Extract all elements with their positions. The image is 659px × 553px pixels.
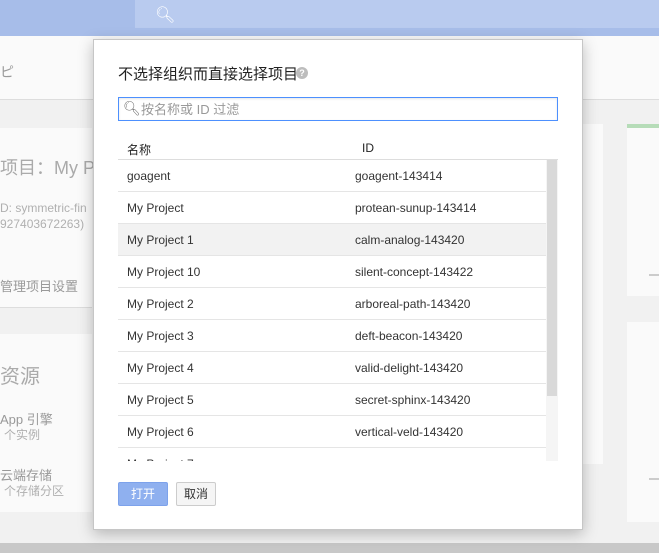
project-name-cell: My Project 4	[127, 361, 194, 375]
table-row[interactable]: goagent goagent-143414	[118, 160, 546, 192]
table-row[interactable]: My Project 10 silent-concept-143422	[118, 256, 546, 288]
project-name-cell: goagent	[127, 169, 171, 183]
project-id-line: D: symmetric-fin	[0, 201, 87, 215]
scrollbar-thumb[interactable]	[547, 160, 557, 396]
resources-card: 资源 App 引擎 个实例 云端存储 个存储分区	[0, 334, 92, 512]
table-row[interactable]: My Project 1 calm-analog-143420	[118, 224, 546, 256]
top-app-bar: 🔍︎	[0, 0, 659, 36]
project-name-cell: My Project 10	[127, 265, 201, 279]
cancel-button[interactable]: 取消	[176, 482, 216, 506]
project-id-cell: silent-concept-143422	[355, 265, 474, 279]
table-row[interactable]: My Project 4 valid-delight-143420	[118, 352, 546, 384]
project-id-cell: goagent-143414	[355, 169, 443, 183]
magnifier-icon: 🔍︎	[123, 100, 141, 116]
resources-heading: 资源	[0, 366, 40, 388]
collapse-dash	[649, 274, 659, 276]
project-id-cell: calm-analog-143420	[355, 233, 465, 247]
table-row[interactable]: My Project 6 vertical-veld-143420	[118, 416, 546, 448]
cloud-storage-detail: 个存储分区	[4, 484, 65, 498]
dialog-title: 不选择组织而直接选择项目	[118, 66, 299, 83]
open-button[interactable]: 打开	[118, 482, 168, 506]
project-name-cell: My Project 2	[127, 297, 194, 311]
project-name-cell: My Project 1	[127, 233, 194, 247]
table-row[interactable]: My Project 5 secret-sphinx-143420	[118, 384, 546, 416]
project-name-cell: My Project 6	[127, 425, 194, 439]
corner-glyph: ピ	[0, 64, 14, 80]
project-id-cell: secret-sphinx-143420	[355, 393, 471, 407]
project-name-cell: My Project	[127, 201, 184, 215]
project-id-cell: arboreal-path-143420	[355, 297, 471, 311]
project-number-line: 927403672263)	[0, 217, 85, 231]
table-row[interactable]: My Project 7	[118, 448, 546, 461]
project-filter-input[interactable]	[141, 100, 551, 118]
column-header-name[interactable]: 名称	[127, 141, 151, 158]
project-id-cell: vertical-veld-143420	[355, 425, 464, 439]
app-engine-detail: 个实例	[4, 428, 41, 442]
global-search-box[interactable]: 🔍︎	[135, 0, 659, 28]
project-name-cell: My Project 3	[127, 329, 194, 343]
project-table-header: 名称 ID	[118, 136, 558, 160]
project-id-cell: protean-sunup-143414	[355, 201, 477, 215]
background-card-right	[583, 124, 603, 464]
table-row[interactable]: My Project 2 arboreal-path-143420	[118, 288, 546, 320]
project-title: 项目：My P	[0, 158, 96, 178]
project-table-body: goagent goagent-143414 My Project protean-s…	[118, 160, 558, 461]
project-id-cell: deft-beacon-143420	[355, 329, 463, 343]
manage-project-link[interactable]: 管理项目设置	[0, 276, 78, 295]
search-icon[interactable]: 🔍︎	[155, 5, 175, 25]
background-card-far-2	[627, 322, 659, 522]
project-filter-field[interactable]: 🔍︎	[118, 97, 558, 121]
background-card-far	[627, 124, 659, 296]
help-icon[interactable]: ?	[296, 67, 308, 79]
project-id-cell: valid-delight-143420	[355, 361, 464, 375]
select-project-dialog: 不选择组织而直接选择项目 ? 🔍︎ 名称 ID goagent goagent-1…	[93, 39, 583, 530]
table-row[interactable]: My Project protean-sunup-143414	[118, 192, 546, 224]
project-name-cell: My Project 5	[127, 393, 194, 407]
collapse-dash	[649, 478, 659, 480]
table-row[interactable]: My Project 3 deft-beacon-143420	[118, 320, 546, 352]
project-name-cell: My Project 7	[127, 457, 194, 461]
bottom-strip	[0, 543, 659, 553]
column-header-id[interactable]: ID	[362, 141, 374, 155]
project-info-card: 项目：My P D: symmetric-fin 927403672263) 管…	[0, 128, 96, 308]
